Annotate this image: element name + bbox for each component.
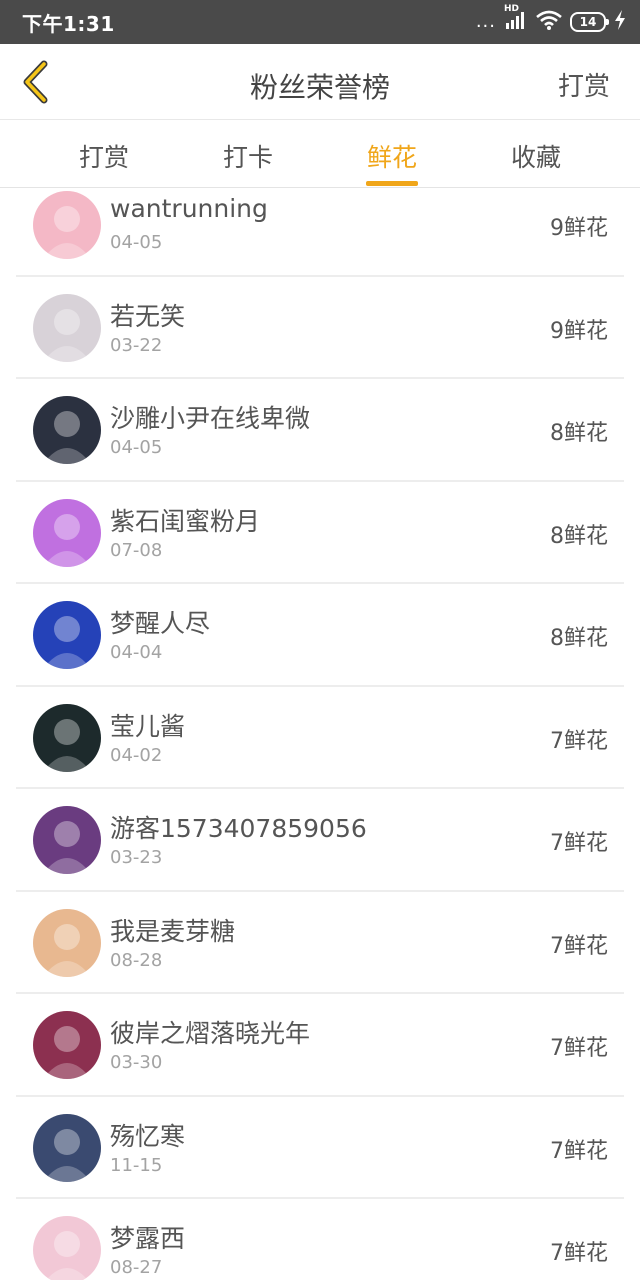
network-type: HD bbox=[504, 4, 520, 14]
flower-count: 9鲜花 bbox=[550, 216, 608, 241]
battery-icon: 14 bbox=[570, 12, 609, 32]
tab-checkin[interactable]: 打卡 bbox=[208, 138, 288, 174]
avatar[interactable] bbox=[33, 806, 101, 874]
date-label: 08-27 bbox=[110, 1257, 163, 1278]
charging-icon bbox=[614, 10, 626, 34]
list-item[interactable]: 莹儿酱 04-02 7鲜花 bbox=[16, 687, 624, 789]
tab-flowers[interactable]: 鲜花 bbox=[352, 138, 432, 174]
tab-bar: 打赏 打卡 鲜花 收藏 bbox=[0, 121, 640, 188]
avatar[interactable] bbox=[33, 498, 101, 567]
flower-count: 7鲜花 bbox=[550, 831, 608, 856]
flower-count: 7鲜花 bbox=[550, 1241, 608, 1266]
battery-level: 14 bbox=[579, 15, 597, 29]
user-name: 紫石闺蜜粉月 bbox=[110, 506, 261, 536]
flower-count: 7鲜花 bbox=[550, 1036, 608, 1061]
date-label: 04-05 bbox=[110, 232, 163, 253]
flower-count: 9鲜花 bbox=[550, 318, 608, 344]
list-item[interactable]: 沙雕小尹在线卑微 04-05 8鲜花 bbox=[16, 379, 624, 482]
status-icons: ... HD 14 bbox=[475, 4, 626, 34]
list-item[interactable]: 彼岸之熠落晓光年 03-30 7鲜花 bbox=[16, 994, 624, 1097]
avatar[interactable] bbox=[33, 601, 101, 669]
date-label: 04-04 bbox=[110, 642, 163, 663]
list-item[interactable]: 紫石闺蜜粉月 07-08 8鲜花 bbox=[16, 482, 624, 584]
avatar[interactable] bbox=[33, 1113, 101, 1182]
date-label: 11-15 bbox=[110, 1154, 163, 1176]
avatar[interactable] bbox=[33, 396, 101, 464]
active-tab-indicator bbox=[366, 181, 418, 186]
flower-count: 8鲜花 bbox=[550, 626, 608, 651]
date-label: 04-05 bbox=[110, 437, 163, 458]
avatar[interactable] bbox=[33, 703, 101, 772]
signal-icon: HD bbox=[504, 4, 528, 34]
flower-count: 8鲜花 bbox=[550, 421, 608, 446]
date-label: 03-22 bbox=[110, 334, 163, 356]
avatar[interactable] bbox=[33, 908, 101, 977]
status-time: 下午1:31 bbox=[22, 12, 115, 36]
flower-count: 7鲜花 bbox=[550, 728, 608, 754]
list-item[interactable]: 游客1573407859056 03-23 7鲜花 bbox=[16, 789, 624, 892]
reward-button[interactable]: 打赏 bbox=[558, 66, 610, 103]
user-name: 游客1573407859056 bbox=[110, 814, 367, 843]
status-bar: 下午1:31 ... HD 14 bbox=[0, 0, 640, 44]
date-label: 08-28 bbox=[110, 949, 163, 971]
tab-reward[interactable]: 打赏 bbox=[64, 138, 144, 174]
tab-favorites[interactable]: 收藏 bbox=[496, 138, 576, 174]
user-name: wantrunning bbox=[110, 194, 268, 223]
avatar[interactable] bbox=[33, 191, 101, 259]
list-item[interactable]: 殇忆寒 11-15 7鲜花 bbox=[16, 1097, 624, 1199]
page-title: 粉丝荣誉榜 bbox=[249, 71, 390, 104]
date-label: 03-23 bbox=[110, 847, 163, 868]
list-item[interactable]: wantrunning 04-05 9鲜花 bbox=[16, 188, 624, 277]
avatar[interactable] bbox=[33, 293, 101, 362]
user-name: 彼岸之熠落晓光年 bbox=[110, 1019, 311, 1048]
avatar[interactable] bbox=[33, 1011, 101, 1079]
user-name: 我是麦芽糖 bbox=[110, 916, 236, 946]
date-label: 04-02 bbox=[110, 744, 163, 766]
flower-count: 7鲜花 bbox=[550, 933, 608, 959]
date-label: 03-30 bbox=[110, 1052, 163, 1073]
more-dots-icon: ... bbox=[475, 11, 496, 32]
list-item[interactable]: 若无笑 03-22 9鲜花 bbox=[16, 277, 624, 379]
app-header: 粉丝荣誉榜 打赏 bbox=[0, 44, 640, 120]
user-name: 梦醒人尽 bbox=[110, 609, 211, 638]
list-item[interactable]: 梦露西 08-27 7鲜花 bbox=[16, 1199, 624, 1280]
list-item[interactable]: 我是麦芽糖 08-28 7鲜花 bbox=[16, 892, 624, 994]
user-name: 沙雕小尹在线卑微 bbox=[110, 404, 311, 433]
user-name: 梦露西 bbox=[110, 1224, 186, 1253]
fan-ranking-list[interactable]: wantrunning 04-05 9鲜花 若无笑 03-22 9鲜花 沙雕小尹… bbox=[0, 188, 640, 1280]
user-name: 殇忆寒 bbox=[110, 1121, 186, 1151]
flower-count: 7鲜花 bbox=[550, 1138, 608, 1164]
avatar[interactable] bbox=[33, 1216, 101, 1280]
list-item[interactable]: 梦醒人尽 04-04 8鲜花 bbox=[16, 584, 624, 687]
date-label: 07-08 bbox=[110, 539, 163, 561]
user-name: 若无笑 bbox=[110, 301, 186, 331]
user-name: 莹儿酱 bbox=[110, 711, 186, 741]
flower-count: 8鲜花 bbox=[550, 523, 608, 549]
wifi-icon bbox=[536, 10, 562, 34]
